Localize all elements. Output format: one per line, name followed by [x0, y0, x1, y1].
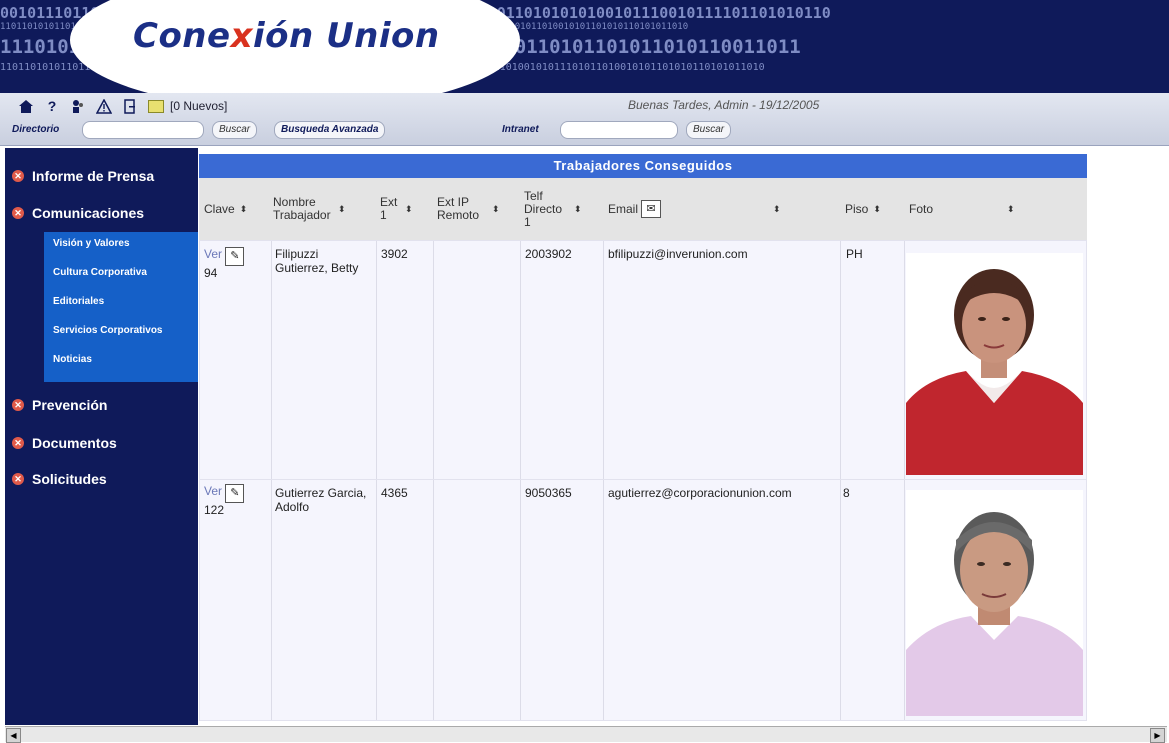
sidebar: ✕ Informe de Prensa ✕ Comunicaciones Vis…: [5, 148, 198, 725]
sidebar-item-label: Documentos: [32, 435, 117, 451]
directorio-label: Directorio: [12, 124, 60, 135]
sidebar-item-label: Comunicaciones: [32, 205, 145, 221]
help-icon[interactable]: ?: [44, 98, 60, 114]
email-link[interactable]: agutierrez@corporacionunion.com: [608, 486, 792, 500]
intranet-label: Intranet: [502, 124, 539, 135]
table-row: Ver ✎ 122 Gutierrez Garcia, Adolfo 4365 …: [199, 479, 1087, 721]
envelope-icon[interactable]: ✉: [641, 200, 662, 218]
column-header-piso[interactable]: Piso ⬍: [845, 178, 905, 240]
submenu-item-editoriales[interactable]: Editoriales: [53, 296, 104, 307]
employee-photo: [906, 253, 1083, 475]
header-banner: 0010111011001010010110110011011001010110…: [0, 0, 1169, 93]
results-table: Trabajadores Conseguidos Clave ⬍ Nombre T…: [199, 150, 1087, 725]
table-caption: Trabajadores Conseguidos: [199, 154, 1087, 178]
sidebar-item-label: Prevención: [32, 397, 108, 413]
piso-cell: 8: [843, 486, 850, 500]
bullet-icon: ✕: [12, 399, 24, 411]
sidebar-item-documentos[interactable]: ✕ Documentos: [5, 435, 117, 451]
sidebar-item-label: Solicitudes: [32, 471, 107, 487]
intranet-search-input[interactable]: [560, 121, 678, 139]
home-icon[interactable]: [18, 98, 34, 114]
submenu-item-vision-valores[interactable]: Visión y Valores: [53, 238, 130, 249]
column-header-clave[interactable]: Clave ⬍: [204, 178, 268, 240]
piso-cell: PH: [846, 247, 863, 261]
intranet-search-button[interactable]: Buscar: [686, 121, 732, 139]
ver-link[interactable]: Ver: [204, 247, 222, 261]
greeting-text: Buenas Tardes, Admin - 19/12/2005: [628, 98, 820, 112]
sort-icon[interactable]: ⬍: [240, 203, 248, 216]
scroll-left-icon[interactable]: ◀: [6, 728, 21, 743]
column-header-ext-ip[interactable]: Ext IP Remoto ⬍: [437, 178, 519, 240]
column-header-ext1[interactable]: Ext 1 ⬍: [380, 178, 432, 240]
submenu-item-servicios-corporativos[interactable]: Servicios Corporativos: [53, 325, 162, 336]
nombre-cell: Gutierrez Garcia, Adolfo: [275, 486, 367, 514]
ext1-cell: 3902: [381, 247, 408, 261]
directorio-search-button[interactable]: Buscar: [212, 121, 258, 139]
new-messages-link[interactable]: [0 Nuevos]: [170, 99, 227, 113]
sort-icon[interactable]: ⬍: [492, 203, 500, 216]
bullet-icon: ✕: [12, 170, 24, 182]
bullet-icon: ✕: [12, 207, 24, 219]
ver-link[interactable]: Ver: [204, 484, 222, 498]
mail-icon[interactable]: [148, 98, 164, 114]
table-header: Clave ⬍ Nombre Trabajador ⬍ Ext 1 ⬍ Ext IP …: [199, 178, 1087, 240]
clave-cell: Ver ✎ 94: [204, 247, 245, 280]
toolbar-icons: ? [0 Nuevos]: [18, 95, 227, 117]
sidebar-item-label: Informe de Prensa: [32, 168, 155, 184]
email-link[interactable]: bfilipuzzi@inverunion.com: [608, 247, 748, 261]
telf-cell: 9050365: [525, 486, 572, 500]
search-bar: Directorio Buscar Busqueda Avanzada Intr…: [0, 120, 1169, 142]
horizontal-scrollbar[interactable]: ◀ ▶: [5, 726, 1167, 743]
column-header-email[interactable]: Email ✉ ⬍: [608, 178, 838, 240]
ext1-cell: 4365: [381, 486, 408, 500]
table-row: Ver ✎ 94 Filipuzzi Gutierrez, Betty 3902…: [199, 240, 1087, 480]
sort-icon[interactable]: ⬍: [405, 203, 413, 216]
comunicaciones-submenu: Visión y Valores Cultura Corporativa Edi…: [44, 232, 198, 382]
employee-photo: [906, 490, 1083, 716]
bullet-icon: ✕: [12, 473, 24, 485]
edit-icon[interactable]: ✎: [225, 484, 245, 503]
users-icon[interactable]: [70, 98, 86, 114]
toolbar: ? [0 Nuevos] Buenas Tardes, Admin - 19/1…: [0, 93, 1169, 146]
column-header-foto[interactable]: Foto ⬍: [909, 178, 1029, 240]
app-logo: Conexión Union: [133, 16, 440, 56]
sort-icon[interactable]: ⬍: [574, 203, 582, 216]
sort-icon[interactable]: ⬍: [1007, 203, 1015, 216]
sort-icon[interactable]: ⬍: [338, 203, 346, 216]
directorio-search-input[interactable]: [82, 121, 204, 139]
advanced-search-button[interactable]: Busqueda Avanzada: [274, 121, 386, 139]
submenu-item-noticias[interactable]: Noticias: [53, 354, 92, 365]
scroll-right-icon[interactable]: ▶: [1150, 728, 1165, 743]
edit-icon[interactable]: ✎: [225, 247, 245, 266]
sidebar-item-prevencion[interactable]: ✕ Prevención: [5, 397, 107, 413]
exit-icon[interactable]: [122, 98, 138, 114]
clave-cell: Ver ✎ 122: [204, 484, 245, 517]
bullet-icon: ✕: [12, 437, 24, 449]
column-header-nombre[interactable]: Nombre Trabajador ⬍: [273, 178, 373, 240]
nombre-cell: Filipuzzi Gutierrez, Betty: [275, 247, 359, 275]
telf-cell: 2003902: [525, 247, 572, 261]
sort-icon[interactable]: ⬍: [873, 203, 881, 216]
sort-icon[interactable]: ⬍: [773, 203, 781, 216]
sidebar-item-informe-prensa[interactable]: ✕ Informe de Prensa: [5, 168, 154, 184]
sidebar-item-comunicaciones[interactable]: ✕ Comunicaciones: [5, 205, 144, 221]
sidebar-item-solicitudes[interactable]: ✕ Solicitudes: [5, 471, 107, 487]
warning-icon[interactable]: [96, 98, 112, 114]
submenu-item-cultura-corporativa[interactable]: Cultura Corporativa: [53, 267, 147, 278]
column-header-telf[interactable]: Telf Directo 1 ⬍: [524, 178, 604, 240]
